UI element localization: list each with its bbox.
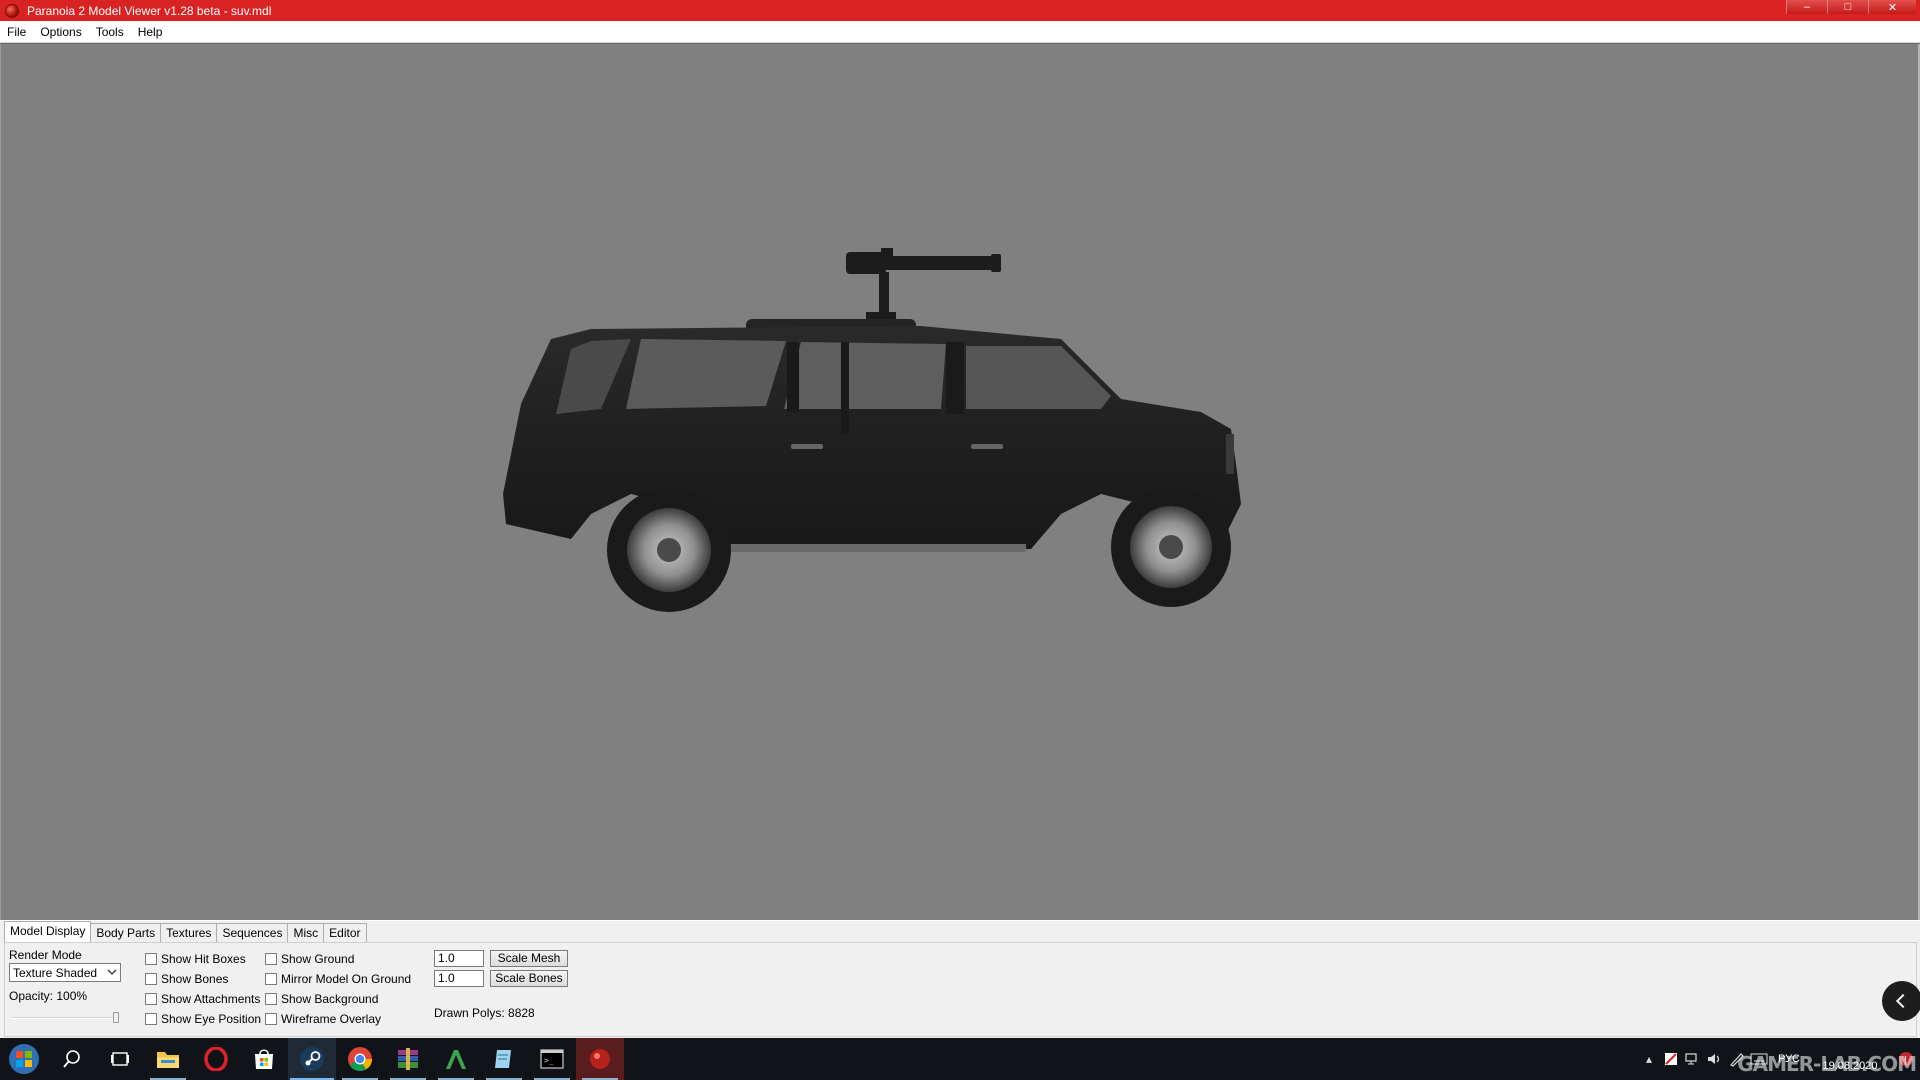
render-mode-label: Render Mode	[9, 948, 82, 962]
show-bones-checkbox[interactable]: Show Bones	[145, 972, 228, 986]
tab-model-display[interactable]: Model Display	[4, 921, 92, 942]
close-button[interactable]: ✕	[1868, 0, 1916, 14]
minigun	[846, 248, 1001, 324]
tab-misc[interactable]: Misc	[287, 923, 325, 942]
tab-body-parts[interactable]: Body Parts	[90, 923, 162, 942]
winrar-icon[interactable]	[384, 1038, 432, 1080]
render-mode-value: Texture Shaded	[13, 965, 98, 980]
collapse-panel-icon[interactable]	[1882, 981, 1920, 1021]
chrome-icon[interactable]	[336, 1038, 384, 1080]
drawn-polys-label: Drawn Polys: 8828	[434, 1006, 535, 1020]
show-hit-boxes-checkbox[interactable]: Show Hit Boxes	[145, 952, 246, 966]
taskbar: >_ ▴ РУС 19.08.2020 ! GAMER-LAB.COM	[0, 1038, 1920, 1080]
terminal-icon[interactable]: >_	[528, 1038, 576, 1080]
model-viewport[interactable]	[0, 43, 1920, 920]
checkbox-box	[145, 1013, 157, 1025]
slider-thumb[interactable]	[113, 1012, 119, 1023]
app-green-icon[interactable]	[432, 1038, 480, 1080]
file-explorer-icon[interactable]	[144, 1038, 192, 1080]
tab-textures[interactable]: Textures	[160, 923, 218, 942]
notepad-icon[interactable]	[480, 1038, 528, 1080]
checkbox-label: Mirror Model On Ground	[281, 972, 412, 986]
show-attachments-checkbox[interactable]: Show Attachments	[145, 992, 260, 1006]
suv-model	[503, 248, 1241, 612]
opera-icon[interactable]	[192, 1038, 240, 1080]
maximize-button[interactable]: □	[1827, 0, 1868, 14]
checkbox-label: Show Attachments	[161, 992, 261, 1006]
checkbox-box	[265, 973, 277, 985]
menu-bar: File Options Tools Help	[0, 21, 1920, 43]
show-background-checkbox[interactable]: Show Background	[265, 992, 378, 1006]
watermark-logo: GAMER-LAB.COM	[1737, 1052, 1917, 1076]
checkbox-box	[265, 953, 277, 965]
checkbox-label: Show Bones	[161, 972, 229, 986]
model-display-panel: Render Mode Texture Shaded Opacity: 100%…	[4, 942, 1920, 1037]
volume-icon[interactable]	[1704, 1038, 1726, 1080]
tab-strip: Model Display Body Parts Textures Sequen…	[4, 921, 367, 942]
show-eye-position-checkbox[interactable]: Show Eye Position	[145, 1012, 261, 1026]
scale-mesh-button[interactable]: Scale Mesh	[490, 950, 568, 967]
checkbox-box	[265, 993, 277, 1005]
tray-overflow-icon[interactable]: ▴	[1638, 1038, 1660, 1080]
checkbox-label: Show Hit Boxes	[161, 952, 246, 966]
tray-app-icon[interactable]	[1660, 1038, 1682, 1080]
render-mode-select[interactable]: Texture Shaded	[9, 963, 121, 982]
scale-mesh-input[interactable]: 1.0	[434, 950, 484, 967]
checkbox-label: Show Background	[281, 992, 379, 1006]
app-icon	[5, 3, 19, 18]
checkbox-label: Show Ground	[281, 952, 355, 966]
window-title: Paranoia 2 Model Viewer v1.28 beta - suv…	[27, 3, 272, 18]
model-viewer-icon[interactable]	[576, 1038, 624, 1080]
window-controls: – □ ✕	[1786, 0, 1916, 14]
slider-track	[11, 1017, 115, 1019]
menu-options[interactable]: Options	[33, 21, 88, 43]
task-view-icon[interactable]	[96, 1038, 144, 1080]
tab-sequences[interactable]: Sequences	[216, 923, 289, 942]
search-icon[interactable]	[48, 1038, 96, 1080]
chevron-down-icon	[107, 969, 117, 975]
menu-help[interactable]: Help	[131, 21, 170, 43]
start-button[interactable]	[0, 1038, 48, 1080]
control-panel: Model Display Body Parts Textures Sequen…	[0, 920, 1920, 1038]
windows-orb-icon	[9, 1044, 39, 1074]
mirror-model-checkbox[interactable]: Mirror Model On Ground	[265, 972, 411, 986]
title-bar[interactable]: Paranoia 2 Model Viewer v1.28 beta - suv…	[0, 0, 1920, 21]
store-icon[interactable]	[240, 1038, 288, 1080]
scale-bones-button[interactable]: Scale Bones	[490, 970, 568, 987]
front-wheel	[1111, 487, 1231, 607]
checkbox-box	[265, 1013, 277, 1025]
wireframe-overlay-checkbox[interactable]: Wireframe Overlay	[265, 1012, 381, 1026]
opacity-slider[interactable]	[11, 1011, 121, 1027]
checkbox-box	[145, 993, 157, 1005]
opacity-label: Opacity: 100%	[9, 989, 88, 1003]
system-tray: ▴ РУС 19.08.2020 ! GAMER-LAB.COM	[1638, 1038, 1920, 1080]
show-ground-checkbox[interactable]: Show Ground	[265, 952, 354, 966]
network-icon[interactable]	[1682, 1038, 1704, 1080]
svg-text:>_: >_	[544, 1056, 554, 1065]
menu-file[interactable]: File	[0, 21, 33, 43]
checkbox-box	[145, 953, 157, 965]
checkbox-box	[145, 973, 157, 985]
checkbox-label: Wireframe Overlay	[281, 1012, 382, 1026]
scale-bones-input[interactable]: 1.0	[434, 970, 484, 987]
steam-icon[interactable]	[288, 1038, 336, 1080]
minimize-button[interactable]: –	[1786, 0, 1827, 14]
tab-editor[interactable]: Editor	[323, 923, 367, 942]
rear-wheel	[607, 488, 731, 612]
menu-tools[interactable]: Tools	[89, 21, 131, 43]
checkbox-label: Show Eye Position	[161, 1012, 262, 1026]
